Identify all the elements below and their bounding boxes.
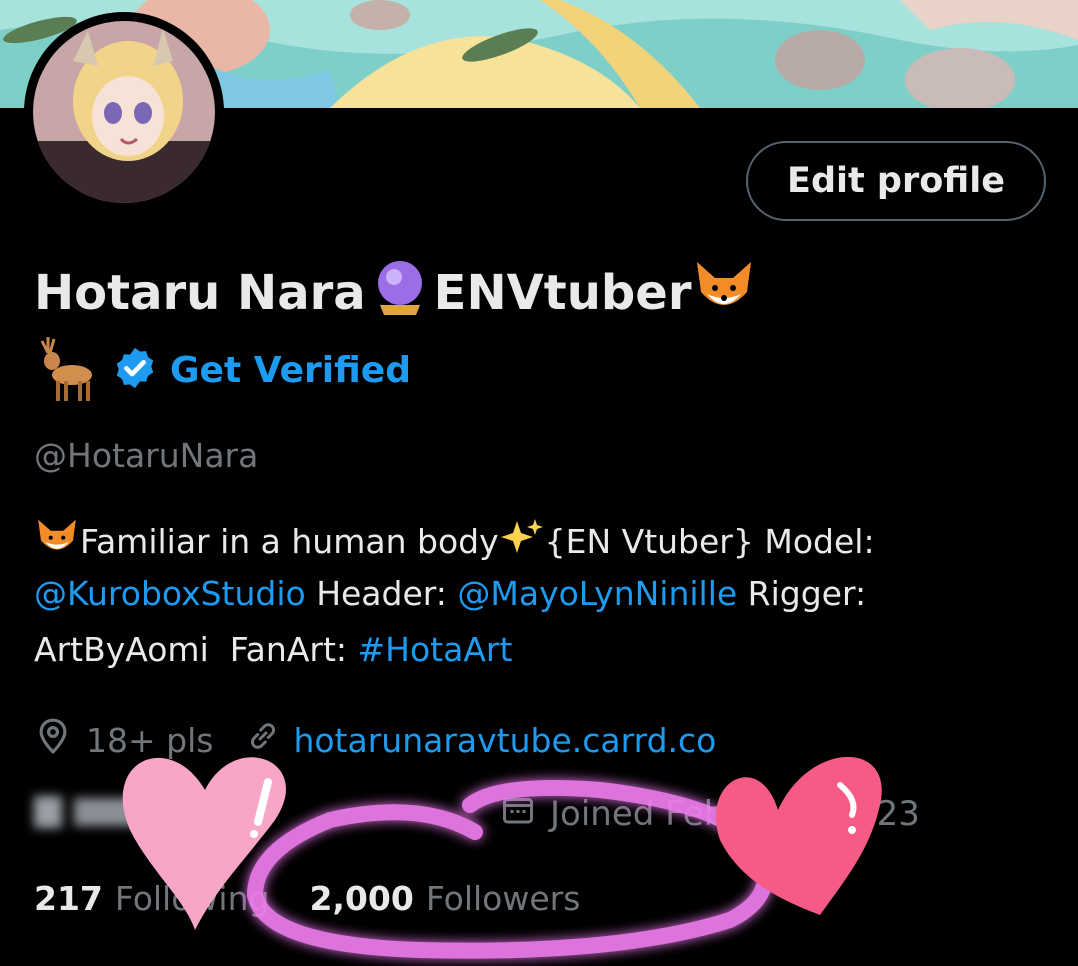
following-label: Following	[114, 878, 270, 918]
website-link[interactable]: hotarunaravtube.carrd.co	[293, 721, 716, 760]
bio-text: Header:	[305, 574, 458, 613]
bio-line-3: ArtByAomi FanArt: #HotaArt	[34, 630, 512, 669]
followers-link[interactable]: 2,000 Followers	[309, 879, 580, 918]
bio-line-2: @KuroboxStudio Header: @MayoLynNinille R…	[34, 574, 866, 613]
edit-profile-button[interactable]: Edit profile	[746, 141, 1046, 221]
fox-face-icon	[691, 258, 757, 328]
followers-label: Followers	[425, 878, 581, 918]
calendar-icon	[500, 792, 536, 837]
get-verified-link[interactable]: Get Verified	[170, 350, 411, 391]
mention-link[interactable]: @KuroboxStudio	[34, 574, 306, 613]
avatar-image	[33, 21, 215, 203]
location-pin-icon	[34, 717, 72, 763]
mention-link[interactable]: @MayoLynNinille	[457, 574, 737, 613]
bio-text: Rigger:	[737, 574, 867, 613]
hashtag-link[interactable]: #HotaArt	[358, 630, 513, 669]
bio-line-1: Familiar in a human body {EN Vtuber} Mod…	[34, 516, 875, 566]
link-icon	[245, 718, 281, 762]
sparkles-icon	[499, 517, 545, 565]
bio-text: {EN Vtuber} Model:	[544, 521, 875, 561]
location-text: 18+ pls	[86, 720, 214, 760]
joined-text: Joined Feb	[550, 794, 726, 834]
follow-stats: 217 Following 2,000 Followers	[34, 870, 580, 926]
deer-icon	[34, 333, 98, 407]
verified-badge-icon[interactable]	[112, 345, 158, 395]
display-name-text: Hotaru Nara	[34, 265, 366, 321]
profile-meta: 18+ pls hotarunaravtube.carrd.co	[34, 712, 716, 768]
joined-date: Joined Feb 2023	[500, 786, 920, 842]
bio-text: ArtByAomi FanArt:	[34, 630, 358, 669]
bio-text: Familiar in a human body	[80, 521, 499, 561]
display-name: Hotaru Nara ENVtuber	[34, 258, 757, 328]
crystal-ball-icon	[366, 257, 434, 329]
user-handle: @HotaruNara	[34, 436, 259, 475]
display-name-suffix: ENVtuber	[433, 265, 692, 321]
following-link[interactable]: 217 Following	[34, 879, 269, 918]
followers-count: 2,000	[309, 878, 414, 918]
fox-face-icon	[34, 516, 80, 566]
joined-year: 2023	[833, 794, 920, 834]
redacted-text	[34, 790, 164, 834]
following-count: 217	[34, 878, 103, 918]
avatar[interactable]	[24, 12, 224, 212]
verify-row: Get Verified	[34, 334, 411, 406]
